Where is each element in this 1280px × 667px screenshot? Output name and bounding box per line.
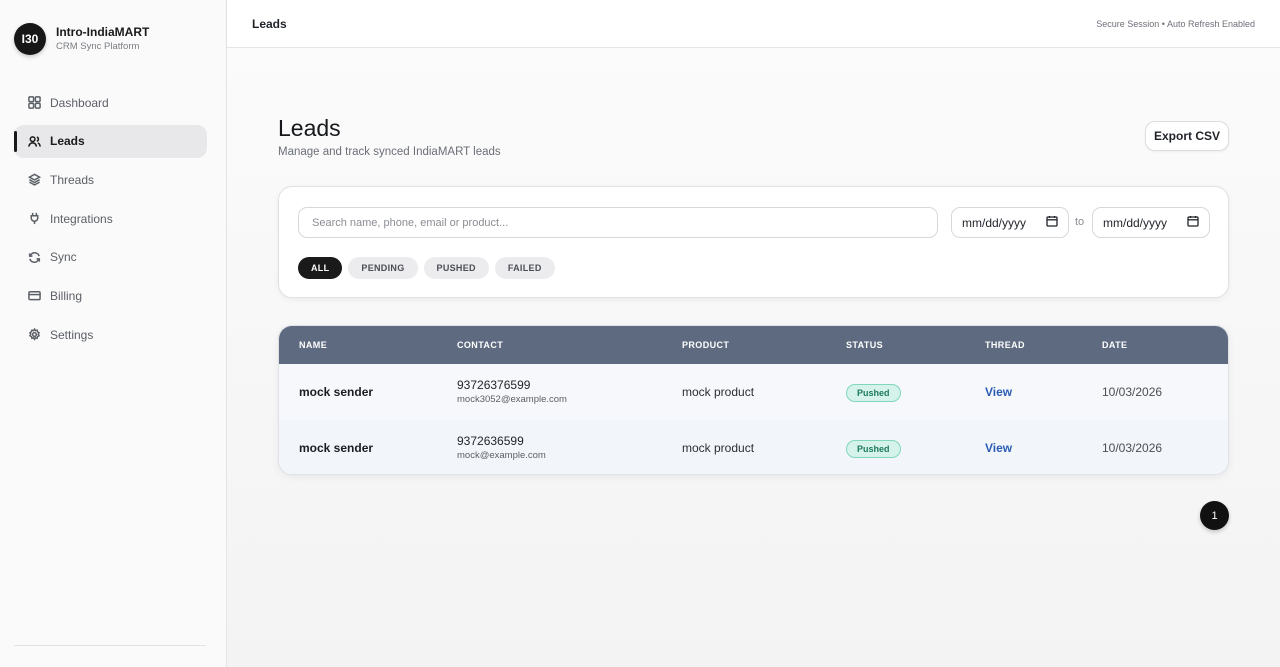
sidebar: I30 Intro-IndiaMART CRM Sync Platform Da… (0, 0, 227, 667)
filter-chip-pending[interactable]: PENDING (348, 257, 418, 279)
filter-chip-all[interactable]: ALL (298, 257, 343, 279)
lead-contact: 9372636599 mock@example.com (457, 434, 546, 463)
column-header-name[interactable]: NAME (299, 340, 327, 350)
status-badge-label: Pushed (846, 439, 901, 458)
sidebar-item-label: Sync (50, 250, 77, 265)
lead-date: 10/03/2026 (1102, 441, 1163, 455)
brand[interactable]: I30 Intro-IndiaMART CRM Sync Platform (14, 23, 149, 55)
lead-date: 10/03/2026 (1102, 385, 1163, 399)
lead-email: mock3052@example.com (457, 393, 567, 405)
credit-card-icon (27, 289, 41, 303)
sidebar-item-leads[interactable]: Leads (14, 124, 207, 158)
column-header-product[interactable]: PRODUCT (682, 340, 729, 350)
lead-name: mock sender (299, 441, 374, 455)
sidebar-item-sync[interactable]: Sync (14, 241, 207, 274)
sidebar-divider (14, 645, 206, 646)
sidebar-item-dashboard[interactable]: Dashboard (14, 86, 207, 119)
column-header-date[interactable]: DATE (1102, 340, 1127, 350)
brand-subtitle: CRM Sync Platform (56, 40, 140, 52)
export-csv-button[interactable]: Export CSV (1145, 121, 1229, 151)
sidebar-item-label: Threads (50, 172, 95, 187)
sidebar-item-billing[interactable]: Billing (14, 279, 207, 312)
lead-product: mock product (682, 385, 755, 399)
lead-contact: 93726376599 mock3052@example.com (457, 378, 567, 407)
calendar-icon[interactable] (1046, 215, 1058, 230)
sidebar-item-label: Leads (50, 134, 85, 149)
status-filter-chips: ALL PENDING PUSHED FAILED (298, 257, 561, 279)
column-header-thread[interactable]: THREAD (985, 340, 1025, 350)
lead-name: mock sender (299, 385, 374, 399)
session-status: Secure Session • Auto Refresh Enabled (1096, 18, 1255, 29)
sidebar-item-settings[interactable]: Settings (14, 318, 207, 351)
filter-chip-pushed[interactable]: PUSHED (423, 257, 489, 279)
status-badge: Pushed (846, 439, 901, 458)
date-to-value: mm/dd/yyyy (1103, 215, 1168, 230)
search-input[interactable] (298, 207, 938, 238)
page-subtitle: Manage and track synced IndiaMART leads (278, 146, 501, 158)
date-to-input[interactable]: mm/dd/yyyy (1092, 207, 1210, 238)
status-badge-label: Pushed (846, 383, 901, 402)
column-header-contact[interactable]: CONTACT (457, 340, 503, 350)
sidebar-nav: Dashboard Leads Threads Integrations Syn… (14, 86, 207, 357)
grid-icon (27, 96, 41, 110)
topbar-title: Leads (252, 16, 287, 31)
sidebar-item-label: Settings (50, 327, 94, 342)
view-thread-link[interactable]: View (985, 385, 1012, 399)
filter-chip-failed[interactable]: FAILED (494, 257, 555, 279)
date-range-separator: to (1075, 216, 1085, 228)
lead-email: mock@example.com (457, 449, 546, 461)
plug-icon (27, 212, 41, 226)
view-thread-link[interactable]: View (985, 441, 1012, 455)
date-from-input[interactable]: mm/dd/yyyy (951, 207, 1069, 238)
brand-logo: I30 (14, 23, 46, 55)
lead-phone: 9372636599 (457, 433, 524, 448)
sidebar-item-integrations[interactable]: Integrations (14, 202, 207, 235)
leads-table: NAME CONTACT PRODUCT STATUS THREAD DATE … (278, 325, 1229, 475)
table-header: NAME CONTACT PRODUCT STATUS THREAD DATE (279, 326, 1228, 364)
table-row[interactable]: mock sender 93726376599 mock3052@example… (279, 364, 1228, 420)
calendar-icon[interactable] (1187, 215, 1199, 230)
status-badge: Pushed (846, 383, 901, 402)
gear-icon (27, 328, 41, 342)
main-content: Leads Manage and track synced IndiaMART … (227, 48, 1280, 667)
column-header-status[interactable]: STATUS (846, 340, 883, 350)
pagination-page-button[interactable]: 1 (1200, 501, 1229, 530)
refresh-icon (27, 250, 41, 264)
sidebar-item-threads[interactable]: Threads (14, 163, 207, 196)
sidebar-item-label: Dashboard (50, 95, 109, 110)
table-row[interactable]: mock sender 9372636599 mock@example.com … (279, 420, 1228, 474)
lead-phone: 93726376599 (457, 377, 531, 392)
topbar: Leads Secure Session • Auto Refresh Enab… (227, 0, 1280, 48)
date-from-value: mm/dd/yyyy (962, 215, 1027, 230)
layers-icon (27, 173, 41, 187)
sidebar-item-label: Integrations (50, 211, 113, 226)
sidebar-item-label: Billing (50, 288, 83, 303)
lead-product: mock product (682, 441, 755, 455)
users-icon (27, 134, 41, 148)
brand-name: Intro-IndiaMART (56, 24, 150, 39)
page-title: Leads (278, 115, 341, 141)
filter-panel: mm/dd/yyyy to mm/dd/yyyy ALL PENDING PUS… (278, 186, 1229, 298)
